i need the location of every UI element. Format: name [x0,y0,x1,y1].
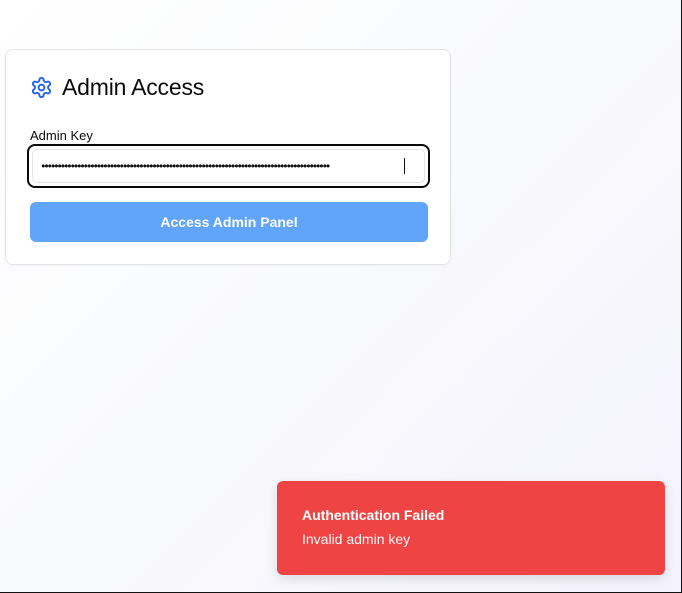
admin-access-card: Admin Access Admin Key •••••••••••••••••… [5,49,451,265]
error-toast[interactable]: Authentication Failed Invalid admin key [277,481,665,575]
toast-description: Invalid admin key [302,531,411,547]
access-admin-panel-button[interactable]: Access Admin Panel [30,202,428,242]
page-title: Admin Access [62,74,205,100]
admin-key-label: Admin Key [30,128,93,143]
text-caret [404,158,405,174]
page: Admin Access Admin Key •••••••••••••••••… [0,0,682,593]
toast-title: Authentication Failed [302,507,445,523]
gear-icon [30,76,53,99]
admin-key-input[interactable]: ••••••••••••••••••••••••••••••••••••••••… [27,144,430,188]
card-header: Admin Access [30,74,204,101]
masked-key-value: ••••••••••••••••••••••••••••••••••••••••… [40,159,331,173]
